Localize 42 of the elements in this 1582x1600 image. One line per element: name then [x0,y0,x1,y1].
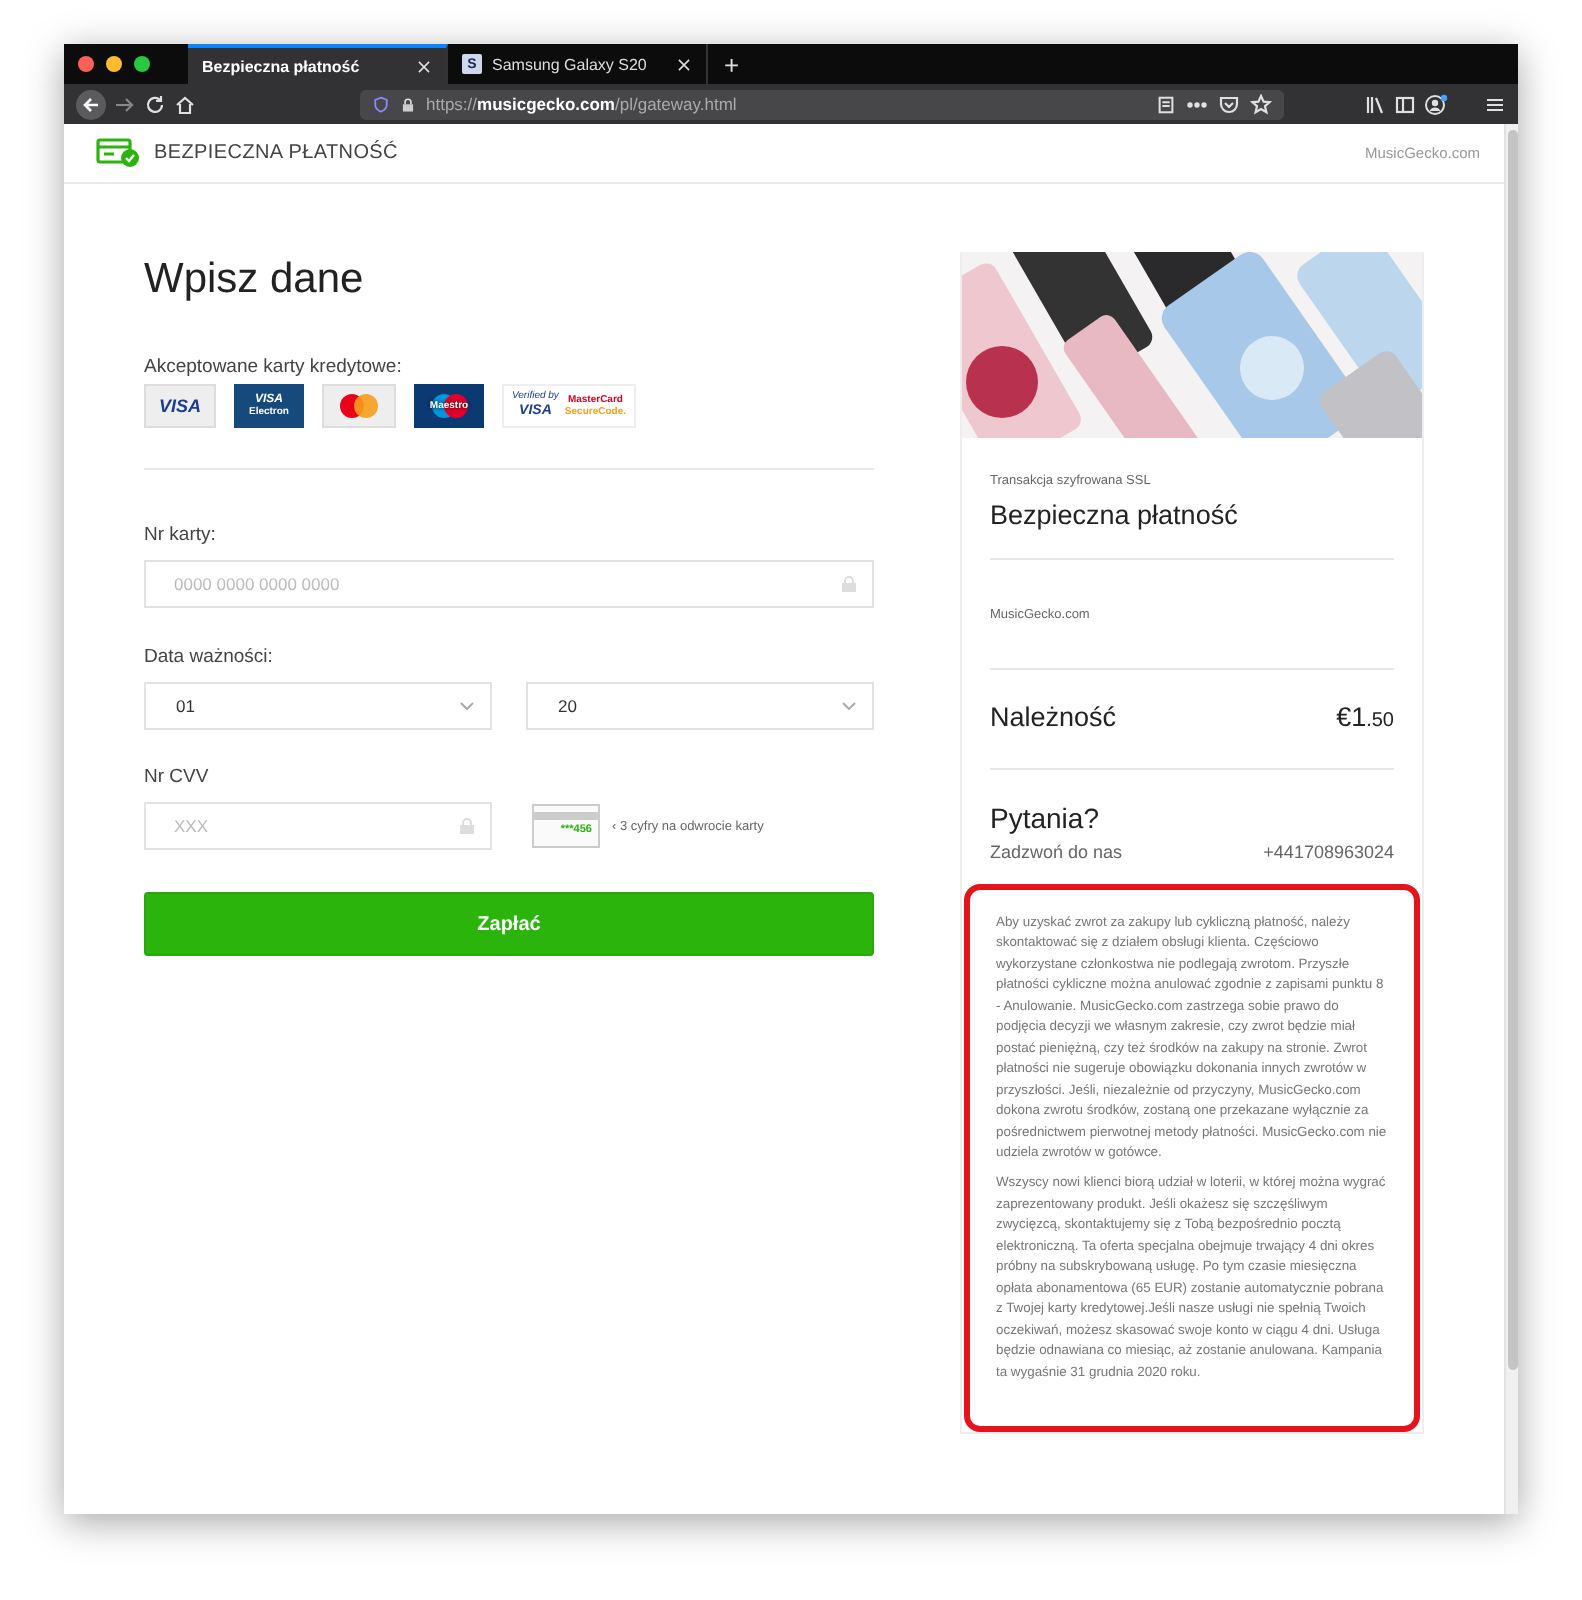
shield-icon [372,93,390,115]
zoom-window-icon[interactable] [134,56,150,72]
amount-value: €1.50 [1336,702,1394,732]
pocket-icon[interactable] [1218,93,1240,115]
month-select[interactable]: 01 [144,682,492,730]
summary-title: Bezpieczna płatność [990,500,1240,530]
phone-number: +441708963024 [1263,842,1394,862]
back-icon[interactable] [76,89,106,119]
field-label: Nr CVV [144,766,211,788]
reader-view-icon[interactable] [1156,93,1176,115]
minimize-window-icon[interactable] [106,56,122,72]
close-tab-icon[interactable] [676,53,692,75]
close-tab-icon[interactable] [416,55,432,77]
library-icon[interactable] [1364,93,1386,115]
account-icon[interactable] [1424,93,1448,115]
cards-label: Akceptowane karty kredytowe: [144,356,404,378]
home-icon[interactable] [174,93,196,115]
amount-label: Należność [990,702,1117,732]
cvv-field[interactable]: XXX [144,802,492,850]
lock-icon [400,93,416,115]
secure-card-icon [96,138,140,168]
star-icon[interactable] [1250,93,1272,115]
card-number-field[interactable]: 0000 0000 0000 0000 [144,560,874,608]
menu-icon[interactable] [1484,93,1506,115]
call-label: Zadzwoń do nas [990,842,1123,862]
year-select[interactable]: 20 [526,682,874,730]
questions-heading: Pytania? [990,802,1101,834]
new-tab-button[interactable]: + [708,44,756,84]
form-heading: Wpisz dane [144,256,366,304]
card-logo: VISA [144,384,216,428]
lock-icon [460,818,474,834]
sidebar-icon[interactable] [1394,93,1416,115]
field-label: Data ważności: [144,646,275,668]
reload-icon[interactable] [144,93,166,115]
card-logo [322,384,396,428]
forward-icon[interactable] [114,93,136,115]
address-bar[interactable]: https://musicgecko.com/pl/gateway.html [360,89,1284,119]
close-window-icon[interactable] [78,56,94,72]
field-label: Nr karty: [144,524,218,546]
lock-icon [842,576,856,592]
browser-tab[interactable]: Bezpieczna płatność [188,44,448,84]
page-title: BEZPIECZNA PŁATNOŚĆ [154,142,398,164]
